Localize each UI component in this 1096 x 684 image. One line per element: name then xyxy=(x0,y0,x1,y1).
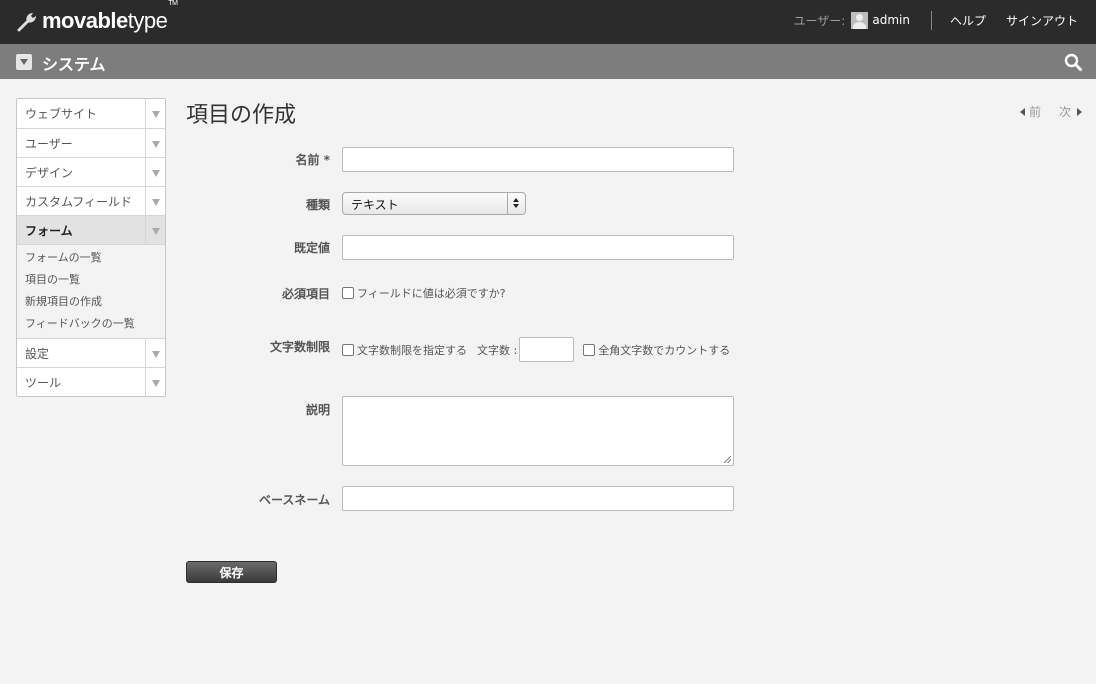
charlimit-checkbox[interactable] xyxy=(342,343,354,356)
pager: 前 次 xyxy=(1020,103,1082,120)
sidebar-item-website[interactable]: ウェブサイト xyxy=(17,99,165,128)
fullwidth-checkbox[interactable] xyxy=(583,343,596,356)
chevron-down-icon[interactable] xyxy=(145,339,165,367)
default-value-input[interactable] xyxy=(342,235,734,260)
next-link[interactable]: 次 xyxy=(1059,103,1082,120)
sidebar-item-label: ユーザー xyxy=(25,136,73,151)
sidebar-menu: ウェブサイト ユーザー デザイン カスタムフィールド フォーム フォームの一覧 … xyxy=(16,98,166,397)
username-link[interactable]: admin xyxy=(872,13,910,27)
charcount-input[interactable] xyxy=(519,337,575,362)
help-link[interactable]: ヘルプ xyxy=(950,12,986,29)
submenu-item-form-list[interactable]: フォームの一覧 xyxy=(17,247,165,269)
chevron-down-icon[interactable] xyxy=(145,368,165,396)
sidebar-item-label: 設定 xyxy=(25,346,50,361)
required-checkbox[interactable] xyxy=(342,287,354,299)
chevron-down-icon[interactable] xyxy=(145,187,165,215)
name-label: 名前 * xyxy=(295,153,330,167)
nav-divider xyxy=(930,10,932,30)
select-arrows-icon xyxy=(507,193,525,214)
sidebar-item-custom-fields[interactable]: カスタムフィールド xyxy=(17,186,165,215)
wrench-icon xyxy=(17,13,36,32)
type-label: 種類 xyxy=(305,198,330,212)
sidebar-item-label: デザイン xyxy=(25,165,74,180)
charlimit-label: 文字数制限 xyxy=(269,340,330,354)
sidebar-item-tools[interactable]: ツール xyxy=(17,367,165,396)
chevron-down-icon[interactable] xyxy=(145,158,165,186)
required-row: フィールドに値は必須ですか? xyxy=(342,285,506,301)
required-label: 必須項目 xyxy=(281,287,330,301)
submenu-item-feedback-list[interactable]: フィードバックの一覧 xyxy=(17,313,165,335)
sidebar-item-label: ウェブサイト xyxy=(25,107,98,121)
charlimit-row: 文字数制限を指定する 文字数 : 全角文字数でカウントする xyxy=(342,337,730,362)
sidebar-item-label: フォーム xyxy=(25,223,73,238)
default-label: 既定値 xyxy=(293,241,330,255)
chevron-down-icon[interactable] xyxy=(145,216,165,244)
resize-handle-icon[interactable] xyxy=(724,456,731,463)
sidebar-item-label: ツール xyxy=(25,375,62,390)
sidebar-item-design[interactable]: デザイン xyxy=(17,157,165,186)
prev-link[interactable]: 前 xyxy=(1020,103,1041,120)
logo-text: movabletypeTM xyxy=(42,0,178,33)
sidebar-item-settings[interactable]: 設定 xyxy=(17,338,165,367)
scope-title[interactable]: システム xyxy=(42,51,106,75)
chevron-down-icon[interactable] xyxy=(145,129,165,157)
signout-link[interactable]: サインアウト xyxy=(1006,12,1078,29)
top-bar: movabletypeTM ユーザー: admin ヘルプ サインアウト xyxy=(0,0,1096,44)
chevron-down-icon[interactable] xyxy=(145,99,165,128)
sidebar-item-forms[interactable]: フォーム xyxy=(17,215,165,244)
sidebar-item-users[interactable]: ユーザー xyxy=(17,128,165,157)
user-label: ユーザー: xyxy=(793,13,846,28)
top-nav: ユーザー: admin ヘルプ サインアウト xyxy=(794,0,1078,40)
user-avatar-icon[interactable] xyxy=(851,11,869,29)
save-button[interactable]: 保存 xyxy=(186,561,277,583)
movabletype-logo[interactable]: movabletypeTM xyxy=(16,0,178,36)
submenu-item-field-list[interactable]: 項目の一覧 xyxy=(17,269,165,291)
basename-input[interactable] xyxy=(342,486,734,511)
charcount-label: 文字数 : xyxy=(477,343,518,357)
basename-label: ベースネーム xyxy=(258,493,330,507)
sidebar-item-label: カスタムフィールド xyxy=(25,194,133,209)
fullwidth-checkbox-label[interactable]: 全角文字数でカウントする xyxy=(598,342,730,358)
name-input[interactable] xyxy=(342,147,734,172)
scope-dropdown-icon[interactable] xyxy=(16,54,32,70)
submenu-item-new-field[interactable]: 新規項目の作成 xyxy=(17,291,165,313)
sidebar-submenu-forms: フォームの一覧 項目の一覧 新規項目の作成 フィードバックの一覧 xyxy=(17,244,165,338)
type-select-value: テキスト xyxy=(351,198,399,212)
required-checkbox-label[interactable]: フィールドに値は必須ですか? xyxy=(357,285,506,301)
search-icon[interactable] xyxy=(1064,53,1082,71)
description-label: 説明 xyxy=(305,403,330,417)
page-title: 項目の作成 xyxy=(186,103,297,128)
scope-bar: システム xyxy=(0,44,1096,79)
description-textarea[interactable] xyxy=(342,396,734,466)
charlimit-checkbox-label[interactable]: 文字数制限を指定する xyxy=(357,342,467,358)
type-select[interactable]: テキスト xyxy=(342,192,526,215)
